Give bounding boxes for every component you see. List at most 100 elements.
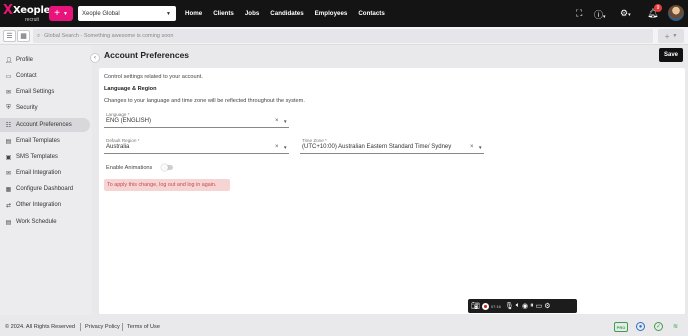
region-value: Australia — [106, 144, 130, 150]
email-icon: ✉ — [5, 89, 12, 96]
sidebar-item-email-templates[interactable]: ▤ Email Templates — [0, 134, 90, 148]
preferences-icon: ☷ — [5, 122, 12, 129]
chevron-down-icon: ▼ — [166, 10, 171, 17]
sidebar-item-label: SMS Templates — [16, 154, 58, 160]
chevron-down-icon: ▼ — [478, 145, 483, 150]
privacy-policy-link[interactable]: Privacy Policy — [85, 324, 120, 330]
chevron-down-icon: ▼ — [283, 119, 288, 124]
sidebar-item-other-integration[interactable]: ⇄ Other Integration — [0, 198, 90, 212]
chevron-down-icon: ▼ — [62, 10, 68, 17]
chevron-down-icon: ▼ — [672, 33, 678, 39]
xeople-logo[interactable]: X Xeople recruit — [3, 3, 51, 23]
sidebar-item-label: Account Preferences — [16, 122, 72, 128]
search-placeholder: Global Search - Something awesome is com… — [44, 33, 174, 39]
nav-contacts[interactable]: Contacts — [358, 10, 384, 17]
search-icon: ⌕ — [37, 32, 41, 39]
sms-icon: ▣ — [5, 154, 12, 161]
window-icon[interactable]: ▭ — [536, 302, 543, 310]
page-title: Account Preferences — [104, 50, 190, 60]
plug-icon: ⇄ — [5, 202, 12, 209]
section-description: Changes to your language and time zone w… — [104, 98, 305, 104]
contact-card-icon: ▭ — [5, 73, 12, 80]
sidebar-item-sms-templates[interactable]: ▣ SMS Templates — [0, 150, 90, 164]
timezone-label: Time Zone * — [302, 138, 327, 143]
nav-jobs[interactable]: Jobs — [245, 10, 259, 17]
sidebar-item-label: Profile — [16, 57, 34, 63]
save-button[interactable]: Save — [659, 48, 683, 62]
sidebar-item-label: Security — [16, 105, 38, 111]
clear-icon[interactable]: × — [275, 118, 279, 124]
sidebar-item-work-schedule[interactable]: ▤ Work Schedule — [0, 215, 90, 229]
notification-badge: 9 — [654, 4, 662, 12]
pro-badge: PRO — [614, 322, 628, 332]
region-label: Default Region * — [106, 138, 140, 143]
clear-icon[interactable]: × — [275, 144, 279, 150]
language-label: Language * — [106, 112, 130, 117]
shield-icon: ⛨ — [6, 104, 11, 111]
sidebar-item-label: Email Integration — [16, 170, 62, 176]
screen-recorder-toolbar: 📷︎ 07:16 🎙︎ 🔈︎ ◉ ⏸ ▭ ⚙ — [468, 299, 577, 313]
toggle-knob — [161, 163, 168, 171]
template-icon: ▤ — [5, 138, 12, 145]
copyright-text: © 2024. All Rights Reserved — [5, 324, 76, 330]
add-label: + — [54, 8, 60, 19]
record-icon[interactable] — [481, 302, 489, 310]
logo-subtext: recruit — [25, 17, 39, 23]
preferences-card: Control settings related to your account… — [99, 68, 685, 314]
language-underline — [104, 127, 289, 128]
animations-toggle[interactable] — [161, 163, 173, 171]
page-header: Account Preferences Save — [99, 45, 688, 66]
top-navbar: X Xeople recruit + ▼ Xeople Global ▼ Hom… — [0, 0, 688, 27]
user-status-icon[interactable]: ● — [636, 322, 645, 331]
clear-icon[interactable]: × — [470, 144, 474, 150]
nav-candidates[interactable]: Candidates — [270, 10, 303, 17]
help-icon[interactable]: ⓘ▾ — [594, 8, 606, 21]
chevron-down-icon: ▼ — [283, 145, 288, 150]
person-icon: 👤︎ — [5, 57, 13, 64]
webcam-icon[interactable]: ◉ — [522, 302, 528, 310]
organization-name: Xeople Global — [82, 10, 120, 17]
main-nav: Home Clients Jobs Candidates Employees C… — [185, 0, 396, 27]
gear-icon[interactable]: ⚙ — [544, 302, 550, 310]
settings-icon[interactable]: ⚙▾ — [620, 8, 631, 19]
plus-label: + — [664, 31, 670, 41]
avatar[interactable] — [668, 5, 684, 21]
list-icon: ☰ — [6, 33, 13, 40]
sidebar-item-label: Other Integration — [16, 202, 62, 208]
camera-icon[interactable]: 📷︎ — [471, 302, 480, 310]
terms-of-use-link[interactable]: Terms of Use — [127, 324, 160, 330]
pause-icon[interactable]: ⏸ — [530, 302, 534, 310]
list-view-button[interactable]: ☰ — [3, 30, 16, 42]
nav-clients[interactable]: Clients — [213, 10, 234, 17]
chevron-left-icon: ‹ — [94, 55, 96, 61]
sidebar-item-label: Email Settings — [16, 89, 55, 95]
speaker-icon[interactable]: 🔈︎ — [516, 302, 520, 310]
sidebar-item-contact[interactable]: ▭ Contact — [0, 69, 90, 83]
sidebar-item-label: Contact — [16, 73, 37, 79]
animations-label: Enable Animations — [106, 165, 153, 171]
create-new-button[interactable]: + ▼ — [658, 29, 684, 43]
nav-home[interactable]: Home — [185, 10, 202, 17]
check-circle-icon[interactable]: ✓ — [654, 322, 663, 331]
intro-text: Control settings related to your account… — [104, 74, 203, 80]
quick-add-button[interactable]: + ▼ — [49, 6, 73, 21]
sidebar-item-configure-dashboard[interactable]: ▦ Configure Dashboard — [0, 182, 90, 196]
organization-select[interactable]: Xeople Global ▼ — [78, 6, 176, 21]
sidebar-item-account-preferences[interactable]: ☷ Account Preferences — [0, 118, 90, 132]
calendar-icon: ▤ — [5, 219, 12, 226]
wifi-icon: ≋ — [672, 324, 679, 330]
sidebar-item-email-settings[interactable]: ✉ Email Settings — [0, 85, 90, 99]
sidebar-item-security[interactable]: ⛨ Security — [0, 101, 90, 115]
fullscreen-icon[interactable]: ⛶ — [576, 8, 582, 19]
logo-mark: X — [3, 3, 14, 18]
settings-sidebar: 👤︎ Profile ▭ Contact ✉ Email Settings ⛨ Secu… — [0, 45, 92, 315]
nav-employees[interactable]: Employees — [315, 10, 348, 17]
footer-divider — [80, 323, 81, 331]
grid-view-button[interactable]: ▦ — [17, 30, 30, 42]
logo-text: Xeople — [13, 5, 51, 16]
global-search-input[interactable]: ⌕ Global Search - Something awesome is c… — [33, 29, 653, 43]
timezone-underline — [300, 153, 484, 154]
microphone-icon[interactable]: 🎙︎ — [505, 302, 514, 310]
sidebar-item-profile[interactable]: 👤︎ Profile — [0, 53, 90, 67]
sidebar-item-email-integration[interactable]: ✉ Email Integration — [0, 166, 90, 180]
